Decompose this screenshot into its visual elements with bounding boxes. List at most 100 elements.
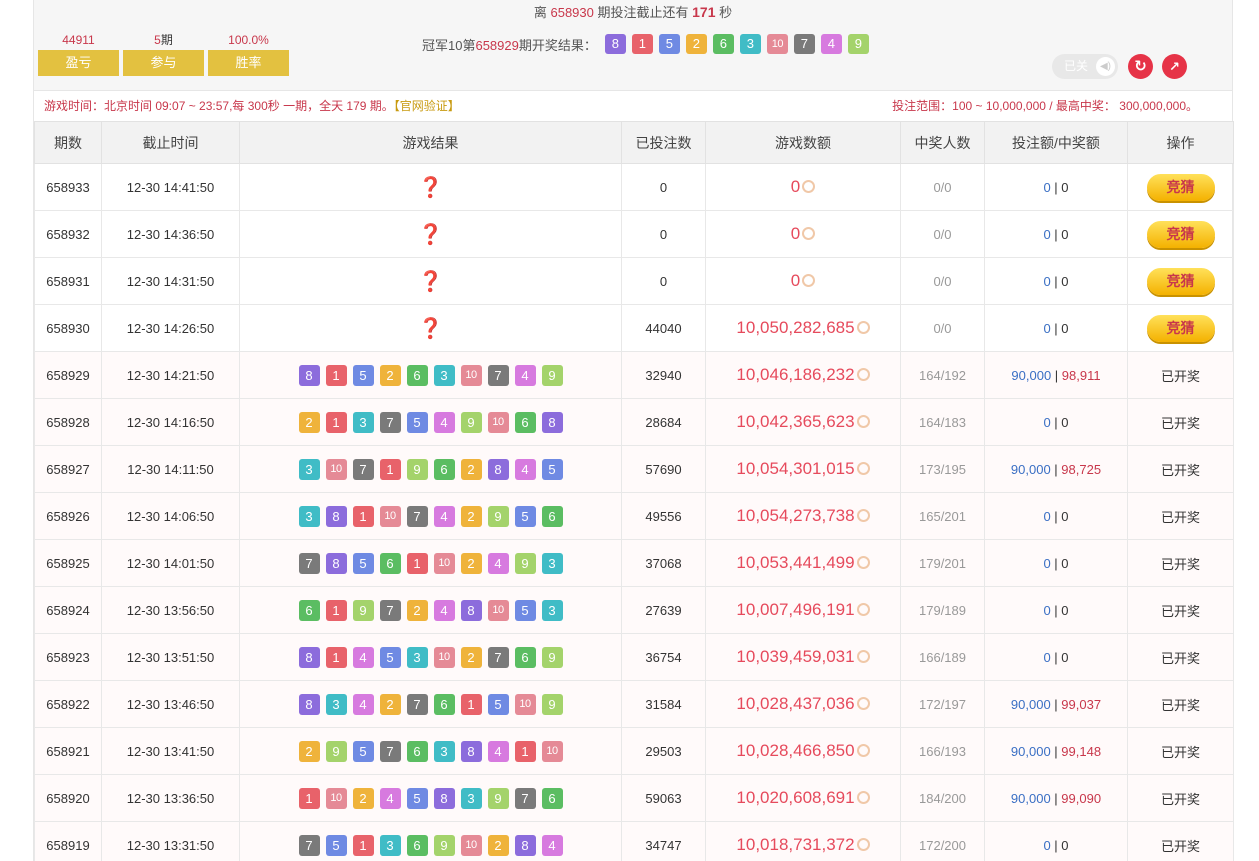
profit-button[interactable]: 盈亏 [38, 50, 119, 76]
result-ball: 7 [406, 693, 428, 715]
issue-number: 658921 [46, 743, 90, 759]
bet-amount: 0 [1043, 414, 1051, 430]
bet-count-cell: 34747 [621, 821, 706, 861]
result-ball: 9 [541, 364, 563, 386]
table-row: 658926 12-30 14:06:50 3 8 1 10 7 4 2 9 5 6 49556 10,0… [34, 492, 1234, 540]
winner-count: 173/195 [919, 461, 966, 477]
result-cell: 6 1 9 7 2 4 8 10 5 3 [239, 586, 622, 634]
result-ball: 5 [514, 599, 536, 621]
game-amount: 0 [790, 177, 801, 196]
verify-link[interactable]: 【官网验证】 [394, 99, 460, 113]
result-ball: 8 [487, 458, 509, 480]
guess-button[interactable]: 竞猜 [1146, 267, 1215, 295]
coin-icon [802, 274, 816, 287]
winners-cell: 0/0 [900, 257, 985, 305]
coin-icon [856, 697, 870, 710]
countdown-issue: 658930 [550, 5, 594, 20]
game-amount: 10,042,365,623 [736, 412, 855, 431]
game-amount-cell: 0 [705, 210, 901, 258]
result-balls: 3 10 7 1 9 6 2 8 4 5 [240, 458, 621, 480]
result-ball: 5 [379, 646, 401, 668]
guess-button[interactable]: 竞猜 [1146, 173, 1215, 201]
winner-count: 172/197 [919, 696, 966, 712]
guess-button[interactable]: 竞猜 [1146, 314, 1215, 342]
stat-winrate: 100.0% 胜率 [208, 30, 289, 76]
bet-count-cell: 57690 [621, 445, 706, 493]
result-ball: 9 [460, 411, 482, 433]
sound-toggle[interactable]: 已关 ◀) [1052, 54, 1118, 79]
results-table: 期数 截止时间 游戏结果 已投注数 游戏数额 中奖人数 投注额/中奖额 操作 6… [34, 121, 1234, 861]
issue-number: 658919 [46, 837, 90, 853]
result-cell: ❓ [239, 257, 622, 305]
issue-number: 658932 [46, 226, 90, 242]
winner-count: 0/0 [933, 179, 952, 195]
bet-amount: 90,000 [1010, 461, 1051, 477]
result-ball: 4 [541, 834, 563, 856]
result-ball: 4 [352, 646, 374, 668]
game-amount-cell: 10,054,273,738 [705, 492, 901, 540]
bet-win-cell: 0 | 0 [984, 821, 1128, 861]
win-amount: 0 [1061, 226, 1069, 242]
issue-cell: 658922 [34, 680, 102, 728]
countdown-prefix: 离 [533, 5, 547, 20]
result-ball: 1 [631, 34, 653, 54]
table-row: 658929 12-30 14:21:50 8 1 5 2 6 3 10 7 4 9 32940 10,0… [34, 351, 1234, 399]
winner-count: 184/200 [919, 790, 966, 806]
deadline-cell: 12-30 13:36:50 [101, 774, 240, 822]
win-amount: 99,037 [1061, 696, 1102, 712]
winrate-button[interactable]: 胜率 [208, 50, 289, 76]
result-balls: 8 1 4 5 3 10 2 7 6 9 [240, 646, 621, 668]
coin-icon [856, 650, 870, 663]
coin-icon [856, 838, 870, 851]
winner-count: 164/192 [919, 367, 966, 383]
win-amount: 98,725 [1061, 461, 1102, 477]
game-time-info: 游戏时间：北京时间 09:07 ~ 23:57,每 300秒 一期，全天 179… [44, 91, 460, 121]
refresh-icon[interactable]: ↻ [1128, 54, 1153, 79]
winner-count: 164/183 [919, 414, 966, 430]
result-ball: 6 [406, 364, 428, 386]
win-amount: 0 [1061, 179, 1069, 195]
bet-amount: 90,000 [1011, 367, 1052, 383]
result-ball: 2 [460, 505, 482, 527]
game-amount-cell: 10,028,466,850 [705, 727, 901, 775]
bet-amount: 0 [1043, 179, 1051, 195]
bet-count: 37068 [645, 555, 682, 571]
participation-button[interactable]: 参与 [123, 50, 204, 76]
trend-icon[interactable]: ↗ [1162, 54, 1187, 79]
coin-icon [802, 227, 816, 240]
winner-count: 0/0 [933, 273, 952, 289]
result-ball: 3 [739, 34, 761, 54]
result-balls: 8 1 5 2 6 3 10 7 4 9 [240, 364, 621, 386]
guess-button[interactable]: 竞猜 [1146, 220, 1215, 248]
deadline-time: 12-30 14:21:50 [126, 367, 215, 383]
bet-count: 31584 [645, 696, 682, 712]
issue-number: 658931 [46, 273, 90, 289]
result-ball: 5 [487, 693, 509, 715]
lottery-page: 离 658930 期投注截止还有 171 秒 44911 盈亏 5期 参与 10… [33, 0, 1234, 861]
game-amount: 10,053,441,499 [736, 553, 855, 572]
game-amount: 10,050,282,685 [736, 318, 855, 337]
col-bet-win: 投注额/中奖额 [984, 121, 1128, 164]
winners-cell: 164/183 [900, 398, 985, 446]
result-ball: 6 [514, 411, 536, 433]
header: 离 658930 期投注截止还有 171 秒 44911 盈亏 5期 参与 10… [34, 0, 1232, 90]
col-deadline: 截止时间 [101, 121, 240, 164]
opened-status: 已开奖 [1160, 509, 1200, 525]
result-ball: 10 [487, 599, 509, 621]
result-ball: 7 [352, 458, 374, 480]
result-ball: 2 [352, 787, 374, 809]
result-ball: 7 [487, 646, 509, 668]
result-cell: 3 10 7 1 9 6 2 8 4 5 [239, 445, 622, 493]
bet-amount: 0 [1043, 837, 1051, 853]
result-ball: 1 [325, 646, 347, 668]
deadline-cell: 12-30 14:01:50 [101, 539, 240, 587]
bet-count-cell: 28684 [621, 398, 706, 446]
result-ball: 7 [379, 411, 401, 433]
coin-icon [856, 368, 870, 381]
opened-status: 已开奖 [1160, 791, 1200, 807]
action-cell: 已开奖 [1127, 727, 1234, 775]
bet-win-cell: 90,000 | 98,725 [984, 445, 1128, 493]
result-ball: 1 [298, 787, 320, 809]
deadline-time: 12-30 13:36:50 [126, 790, 215, 806]
deadline-cell: 12-30 13:56:50 [101, 586, 240, 634]
